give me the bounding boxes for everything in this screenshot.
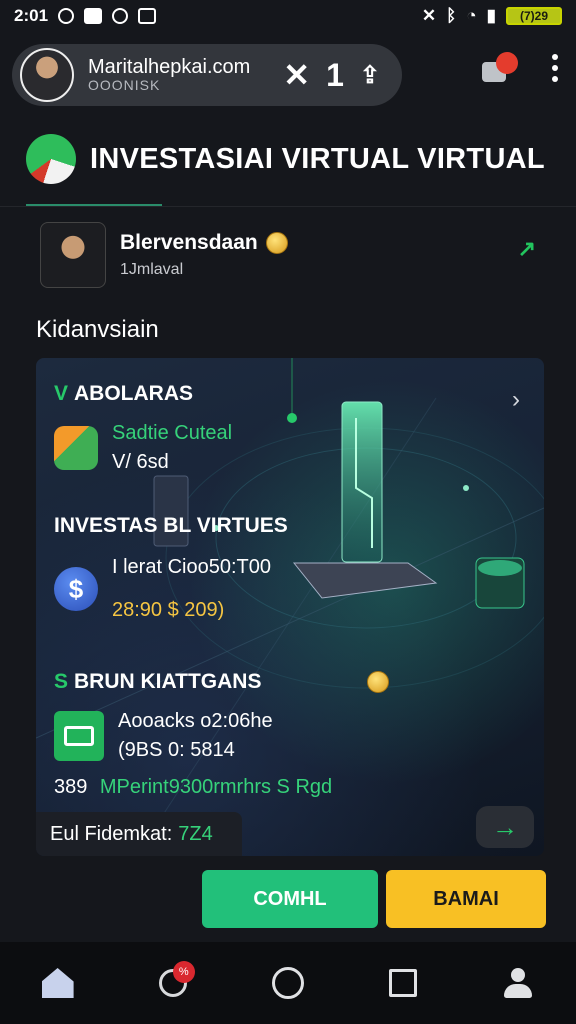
url-subtitle: OOONISK	[88, 77, 161, 94]
nav-profile[interactable]	[496, 961, 540, 1005]
arrow-right-button[interactable]: →	[476, 806, 534, 848]
coin-icon	[265, 232, 288, 254]
header-divider	[0, 206, 576, 207]
page-title: INVESTASIAI VIRTUAL VIRTUAL	[90, 142, 545, 175]
line-text: MPerint9300rmrhrs S Rgd	[99, 776, 333, 798]
item-subtitle: 28:90 $ 209)	[112, 599, 225, 621]
battery-icon: (7)29	[506, 7, 562, 25]
wallet-icon	[54, 711, 104, 761]
line-number: 389	[54, 776, 88, 798]
nav-home[interactable]	[36, 961, 80, 1005]
primary-button[interactable]: COMHL	[202, 870, 378, 928]
investment-card[interactable]: › V ABOLARAS Sadtie Cuteal V/ 6sd INVEST…	[36, 358, 544, 856]
profile-row[interactable]: Blervensdaan 1Jmlaval	[40, 222, 288, 288]
section-label: Kidanvsiain	[36, 316, 159, 343]
nav-search[interactable]: %	[151, 961, 195, 1005]
messenger-icon	[112, 8, 129, 24]
item-title: I lerat Cioo50:T00	[112, 556, 271, 578]
section3-title: BRUN KIATTGANS	[74, 670, 262, 693]
chevron-right-icon[interactable]: ›	[512, 386, 520, 414]
nav-circle[interactable]	[266, 961, 310, 1005]
user-icon	[503, 968, 533, 998]
coin-icon	[367, 671, 390, 693]
signal-icon: ▮	[486, 6, 496, 25]
status-bar: 2:01 ✕ ᛒ ◔ ▮ (7)29	[0, 0, 576, 32]
tab-count-button[interactable]: 1	[326, 57, 344, 94]
app-header: INVESTASIAI VIRTUAL VIRTUAL	[26, 134, 545, 184]
image-icon	[138, 8, 157, 24]
extension-icon[interactable]	[482, 52, 518, 84]
google-icon	[58, 8, 75, 24]
share-button[interactable]: ⇪	[360, 61, 380, 90]
item-title: Aooacks o2:06he	[118, 710, 273, 732]
wifi-icon: ◔	[466, 6, 477, 25]
list-item[interactable]: Aooacks o2:06he (9BS 0: 5814	[54, 710, 273, 762]
notification-badge: %	[172, 961, 195, 983]
circle-icon	[271, 967, 304, 999]
site-avatar	[20, 48, 74, 102]
footer-label: Eul Fidemkat:	[50, 822, 173, 845]
close-tab-button[interactable]: ✕	[283, 56, 310, 94]
avatar[interactable]	[40, 222, 106, 288]
bluetooth-icon: ᛒ	[446, 6, 457, 25]
item-subtitle: V/ 6sd	[112, 451, 169, 473]
profile-name: Blervensdaan	[120, 231, 258, 254]
footer-value: 7Z4	[178, 822, 213, 845]
browser-url-bar[interactable]: Maritalhepkai.com OOONISK ✕ 1 ⇪	[12, 44, 402, 106]
more-menu-icon[interactable]	[552, 54, 558, 82]
home-icon	[41, 968, 74, 998]
trend-up-icon[interactable]: ↗	[518, 236, 536, 262]
item-title: Sadtie Cuteal	[112, 422, 233, 444]
section3-prefix: S	[54, 670, 69, 693]
section1-prefix: V	[54, 382, 69, 405]
status-time: 2:01	[14, 6, 49, 25]
list-item[interactable]: Sadtie Cuteal V/ 6sd	[54, 422, 232, 474]
square-icon	[389, 969, 418, 997]
profile-handle: 1Jmlaval	[120, 261, 184, 278]
bottom-nav: %	[0, 942, 576, 1024]
secondary-button[interactable]: BAMAI	[386, 870, 546, 928]
url-domain: Maritalhepkai.com	[88, 56, 251, 79]
list-item[interactable]: $ I lerat Cioo50:T00 28:90 $ 209)	[54, 556, 271, 622]
mute-icon: ✕	[421, 6, 437, 25]
dollar-icon: $	[54, 567, 98, 611]
card-footer: Eul Fidemkat: 7Z4	[36, 812, 242, 856]
cash-icon	[54, 426, 98, 470]
section2-title: INVESTAS BL VIRTUES	[54, 514, 288, 537]
item-subtitle: (9BS 0: 5814	[118, 739, 235, 761]
mail-icon	[84, 8, 103, 24]
app-logo	[26, 134, 76, 184]
nav-square[interactable]	[381, 961, 425, 1005]
section1-title: ABOLARAS	[74, 382, 194, 405]
